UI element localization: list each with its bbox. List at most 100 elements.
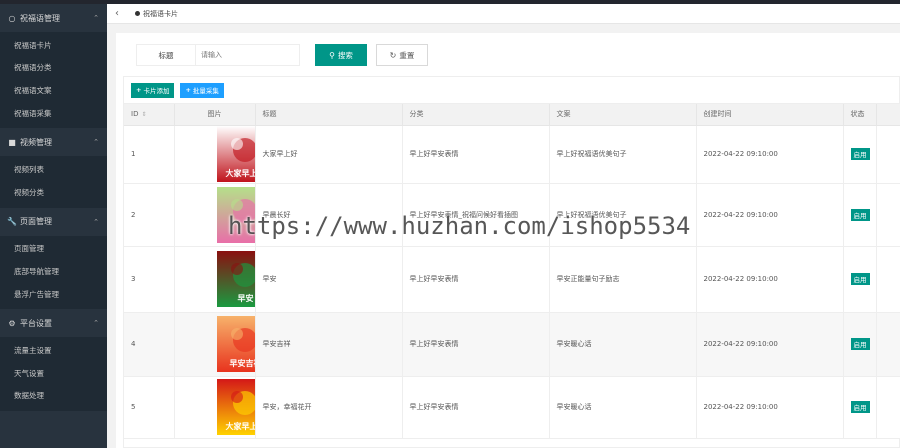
sidebar-submenu-0: 祝福语卡片 祝福语分类 祝福语文案 祝福语采集 [0, 32, 107, 129]
cell-copy: 早安正能量句子励志 [549, 246, 697, 313]
column-header-category: 分类 [402, 104, 550, 126]
batch-collect-button[interactable]: + 批量采集 [180, 82, 224, 98]
cell-title: 早安，幸福花开 [255, 376, 403, 439]
cell-category: 早上好早安表情 [402, 125, 550, 184]
column-header-title: 标题 [255, 104, 403, 126]
sidebar-item[interactable]: 天气设置 [0, 362, 107, 385]
table-row[interactable]: 5 大家早上好早安，幸福花开早上好早安表情早安暖心话2022-04-22 09:1… [124, 376, 900, 439]
status-badge[interactable]: 启用 [850, 273, 870, 285]
thumbnail-shape [230, 198, 243, 211]
sidebar: ○ 祝福语管理 ⌃ 祝福语卡片 祝福语分类 祝福语文案 祝福语采集 ■ 视频管理 ⌃ 视频列表 视频分… [0, 4, 107, 448]
tab-active[interactable]: 祝福语卡片 [135, 9, 178, 19]
status-badge[interactable]: 启用 [850, 208, 870, 221]
thumbnail-text: 早安吉祥 [229, 358, 255, 368]
sidebar-item[interactable]: 底部导航管理 [0, 260, 107, 283]
chevron-up-icon: ⌃ [93, 217, 99, 226]
chevron-up-icon: ⌃ [93, 14, 99, 22]
search-button-label: 搜索 [337, 50, 353, 60]
sidebar-item[interactable]: 视频分类 [0, 181, 107, 204]
sidebar-item[interactable]: 流量主设置 [0, 339, 107, 362]
thumbnail-text: 大家早上好 [225, 421, 255, 431]
cell-id: 1 [124, 125, 175, 184]
sidebar-submenu-1: 视频列表 视频分类 [0, 156, 107, 208]
gear-icon: ⚙ [8, 318, 16, 328]
search-input[interactable] [196, 44, 300, 66]
sidebar-group-0[interactable]: ○ 祝福语管理 ⌃ [0, 4, 107, 32]
column-header-created: 创建时间 [696, 104, 844, 126]
column-header-id[interactable]: ID ⇕ [124, 104, 175, 126]
back-arrow-icon[interactable]: ‹ [107, 8, 127, 19]
cell-image: 大家早上好 [174, 125, 256, 184]
sidebar-group-1[interactable]: ■ 视频管理 ⌃ [0, 128, 107, 157]
table-header-row: ID ⇕ 图片 标题 分类 文案 创建时间 状态 [124, 104, 900, 126]
cell-image: 早安吉祥 [174, 312, 256, 377]
sidebar-group-label: 祝福语管理 [20, 13, 60, 23]
video-icon: ■ [8, 137, 16, 147]
thumbnail-shape [230, 328, 243, 340]
thumbnail-shape [230, 263, 243, 275]
tab-label: 祝福语卡片 [143, 9, 178, 18]
main-content: 标题 ⚲ 搜索 ↻ 重置 + 卡片添加 + 批量采集 [107, 24, 900, 448]
card-thumbnail[interactable]: 早安吉祥 [216, 316, 256, 372]
table-row[interactable]: 1大家早上好大家早上好早上好早安表情早上好祝福语优美句子2022-04-22 0… [124, 125, 900, 184]
plus-icon: + [185, 86, 191, 94]
table-row[interactable]: 4早安吉祥早安吉祥早上好早安表情早安暖心话2022-04-22 09:10:00… [124, 312, 900, 377]
table-toolbar: + 卡片添加 + 批量采集 [124, 77, 899, 104]
card-thumbnail[interactable]: 大家早上好 [216, 379, 256, 435]
cell-created: 2022-04-22 09:10:00 [696, 312, 844, 377]
cell-created: 2022-04-22 09:10:00 [696, 125, 844, 184]
sidebar-item[interactable]: 祝福语卡片 [0, 34, 107, 57]
cell-status: 启用 [843, 125, 877, 184]
cell-extra [876, 183, 900, 247]
sidebar-item[interactable]: 祝福语文案 [0, 79, 107, 102]
sidebar-group-2[interactable]: 🔧 页面管理 ⌃ [0, 207, 107, 236]
sidebar-item[interactable]: 悬浮广告管理 [0, 283, 107, 306]
card-thumbnail[interactable] [216, 186, 256, 243]
sidebar-submenu-2: 页面管理 底部导航管理 悬浮广告管理 [0, 235, 107, 310]
cell-created: 2022-04-22 09:10:00 [696, 246, 844, 313]
cell-created: 2022-04-22 09:10:00 [696, 183, 844, 247]
card-thumbnail[interactable]: 大家早上好 [216, 126, 256, 182]
status-badge[interactable]: 启用 [850, 401, 870, 413]
sort-icon[interactable]: ⇕ [141, 111, 146, 118]
sidebar-item[interactable]: 视频列表 [0, 158, 107, 181]
cell-image: 早安 [174, 246, 256, 313]
batch-collect-label: 批量采集 [192, 87, 219, 95]
refresh-icon: ↻ [389, 50, 397, 60]
cell-copy: 早上好祝福语优美句子 [549, 125, 697, 184]
cell-title: 大家早上好 [255, 125, 403, 184]
sidebar-item[interactable]: 祝福语分类 [0, 57, 107, 80]
cell-created: 2022-04-22 09:10:00 [696, 376, 844, 439]
table-row[interactable]: 2 早晨长好 早上好早安表情_祝福问候好看插图 早上好祝福语优美句子 2022-04-2… [124, 183, 900, 247]
table-row[interactable]: 3 早安 早安 早上好早安表情 早安正能量句子励志 2022-04-22 09:10:00… [124, 246, 900, 313]
sidebar-submenu-3: 流量主设置 天气设置 数据处理 [0, 337, 107, 412]
status-badge[interactable]: 启用 [850, 148, 870, 160]
cell-category: 早上好早安表情 [402, 376, 550, 439]
data-table: ID⇕ 图片 标题 分类 文案 创建时间 状态 1大家早上好大家早上好早上好早安… [124, 104, 900, 439]
wrench-icon: 🔧 [7, 217, 17, 227]
sidebar-item[interactable]: 祝福语采集 [0, 102, 107, 125]
sidebar-group-label: 页面管理 [20, 217, 52, 227]
cell-copy: 早安暖心话 [549, 312, 697, 377]
cell-image: 大家早上好 [174, 376, 256, 439]
sidebar-item[interactable]: 数据处理 [0, 385, 107, 408]
thumbnail-text: 早安 [237, 293, 253, 303]
add-card-label: 卡片添加 [143, 87, 170, 95]
reset-button[interactable]: ↻ 重置 [376, 44, 428, 66]
card-thumbnail[interactable]: 早安 [216, 251, 256, 307]
cell-category: 早上好早安表情 [402, 246, 550, 313]
cell-id: 3 [124, 246, 175, 313]
status-badge[interactable]: 启用 [850, 338, 870, 350]
add-card-button[interactable]: + 卡片添加 [131, 82, 175, 98]
sidebar-group-label: 视频管理 [20, 137, 52, 147]
cell-category: 早上好早安表情 [402, 312, 550, 377]
cell-status: 启用 [843, 312, 877, 377]
cell-id: 4 [124, 312, 175, 377]
search-button[interactable]: ⚲ 搜索 [315, 44, 367, 66]
cell-status: 启用 [843, 183, 877, 247]
sidebar-group-3[interactable]: ⚙ 平台设置 ⌃ [0, 309, 107, 338]
sidebar-item[interactable]: 页面管理 [0, 238, 107, 261]
column-header-extra [876, 104, 900, 126]
chevron-up-icon: ⌃ [93, 138, 99, 147]
cell-category: 早上好早安表情_祝福问候好看插图 [402, 183, 550, 247]
